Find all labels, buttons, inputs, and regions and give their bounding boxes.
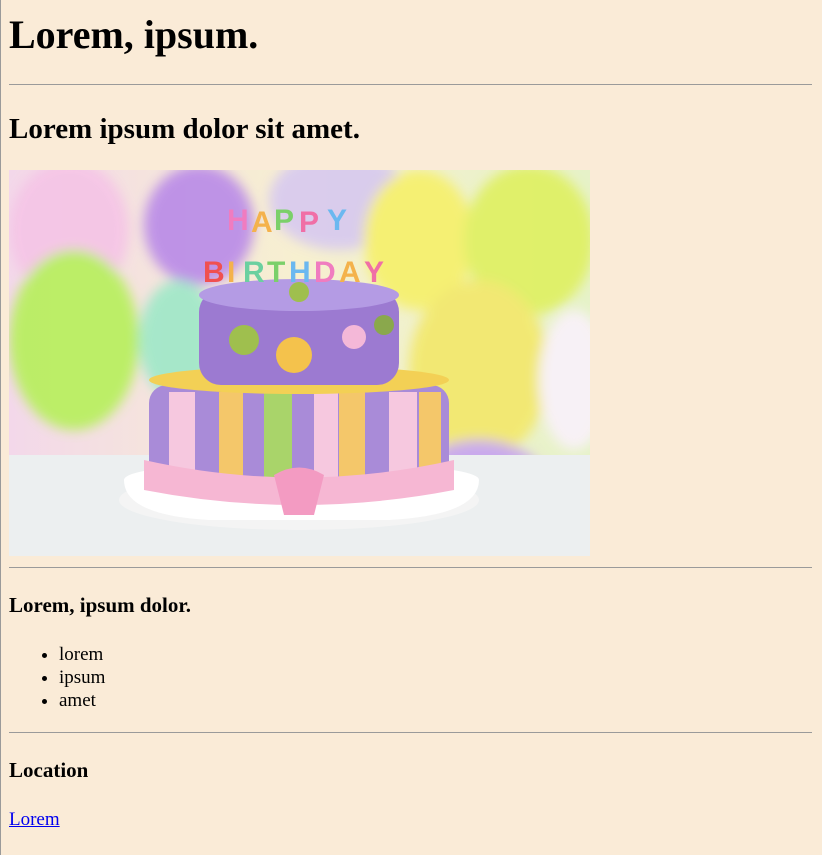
svg-text:P: P — [274, 204, 294, 237]
list-item: lorem — [59, 643, 105, 666]
svg-text:D: D — [314, 256, 336, 289]
svg-text:A: A — [339, 256, 361, 289]
item-list: lorem ipsum amet — [9, 643, 105, 712]
svg-text:A: A — [251, 206, 273, 239]
svg-text:H: H — [289, 256, 311, 289]
divider — [9, 84, 812, 85]
divider — [9, 732, 812, 733]
page-left-border — [0, 0, 1, 855]
svg-text:I: I — [227, 256, 235, 289]
svg-text:Y: Y — [364, 256, 384, 289]
birthday-cake-image: H A P P Y B I R T H D A Y — [9, 170, 590, 556]
section-heading: Lorem ipsum dolor sit amet. — [9, 113, 360, 145]
location-link[interactable]: Lorem — [9, 808, 60, 832]
svg-text:B: B — [203, 256, 225, 289]
svg-text:R: R — [243, 256, 265, 289]
list-item: amet — [59, 689, 105, 712]
svg-text:P: P — [299, 206, 319, 239]
list-item: ipsum — [59, 666, 105, 689]
location-heading: Location — [9, 758, 89, 782]
svg-text:T: T — [267, 256, 285, 289]
page-title: Lorem, ipsum. — [9, 12, 259, 57]
divider — [9, 567, 812, 568]
list-heading: Lorem, ipsum dolor. — [9, 593, 192, 617]
svg-text:H: H — [227, 204, 249, 237]
svg-text:Y: Y — [327, 204, 347, 237]
